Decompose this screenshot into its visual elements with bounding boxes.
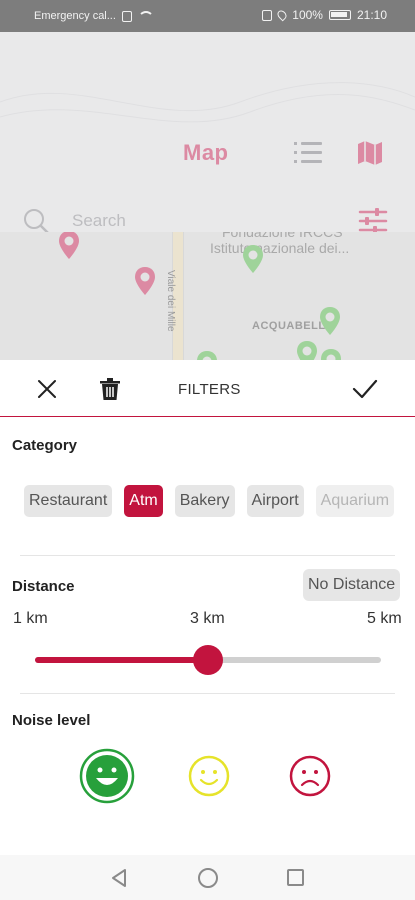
slider-fill <box>35 657 208 663</box>
filters-toolbar: FILTERS <box>0 360 415 417</box>
divider <box>20 693 395 694</box>
location-icon <box>275 8 289 22</box>
header-wave-decoration <box>0 82 415 123</box>
distance-title: Distance <box>12 578 75 595</box>
chip-aquarium[interactable]: Aquarium <box>315 485 395 517</box>
neutral-face-icon[interactable] <box>181 748 237 804</box>
chip-bakery[interactable]: Bakery <box>174 485 235 517</box>
chip-airport[interactable]: Airport <box>246 485 304 517</box>
sim-icon <box>121 10 132 22</box>
filters-sheet: FILTERS Category Restaurant Atm Bakery A… <box>0 360 415 855</box>
noise-level-title: Noise level <box>12 712 91 729</box>
map-view-icon[interactable] <box>356 139 384 167</box>
map-pin-icon[interactable] <box>320 348 342 360</box>
map-road-label: Viale dei Mille <box>165 270 176 332</box>
battery-icon <box>328 10 351 20</box>
system-nav-bar <box>0 855 415 900</box>
page-title: Map <box>183 140 229 165</box>
map-pin-icon[interactable] <box>242 244 264 274</box>
chip-atm[interactable]: Atm <box>124 485 163 517</box>
sad-face-icon[interactable] <box>282 748 338 804</box>
carrier-text: Emergency cal... <box>34 10 116 22</box>
category-title: Category <box>12 437 78 454</box>
wifi-icon <box>137 11 154 21</box>
search-input[interactable]: Search <box>72 211 126 231</box>
map-pin-icon[interactable] <box>319 306 341 336</box>
recent-apps-icon[interactable] <box>287 869 304 886</box>
distance-max-label: 5 km <box>367 610 402 627</box>
close-icon[interactable] <box>36 378 58 400</box>
sheet-title: FILTERS <box>178 381 241 398</box>
search-icon[interactable] <box>22 207 50 235</box>
map-pin-icon[interactable] <box>134 266 156 296</box>
status-bar: Emergency cal... 100% 21:10 <box>0 0 415 32</box>
map-pin-icon[interactable] <box>196 350 218 360</box>
chip-restaurant[interactable]: Restaurant <box>24 485 113 517</box>
map-place-label: Fondazione IRCCS <box>222 232 343 240</box>
map-place-label: Istituto nazionale dei... <box>210 240 350 256</box>
distance-slider[interactable] <box>35 645 381 675</box>
map-pin-icon[interactable] <box>58 232 80 260</box>
happy-face-icon[interactable] <box>79 748 135 804</box>
distance-mid-label: 3 km <box>190 610 225 627</box>
map-pin-icon[interactable] <box>296 340 318 360</box>
divider <box>20 555 395 556</box>
nfc-icon <box>262 9 273 21</box>
distance-min-label: 1 km <box>13 610 48 627</box>
check-icon[interactable] <box>351 377 379 401</box>
battery-percent: 100% <box>292 8 323 22</box>
clock: 21:10 <box>356 8 387 22</box>
list-view-icon[interactable] <box>294 142 322 166</box>
trash-icon[interactable] <box>98 376 122 402</box>
app-header: Map Search <box>0 32 415 235</box>
home-icon[interactable] <box>198 868 218 888</box>
back-icon[interactable] <box>110 868 128 888</box>
map-area[interactable]: Fondazione IRCCS Istituto nazionale dei.… <box>0 232 415 360</box>
category-chips: Restaurant Atm Bakery Airport Aquarium <box>24 485 395 517</box>
no-distance-button[interactable]: No Distance <box>303 569 401 601</box>
slider-thumb[interactable] <box>193 645 223 675</box>
